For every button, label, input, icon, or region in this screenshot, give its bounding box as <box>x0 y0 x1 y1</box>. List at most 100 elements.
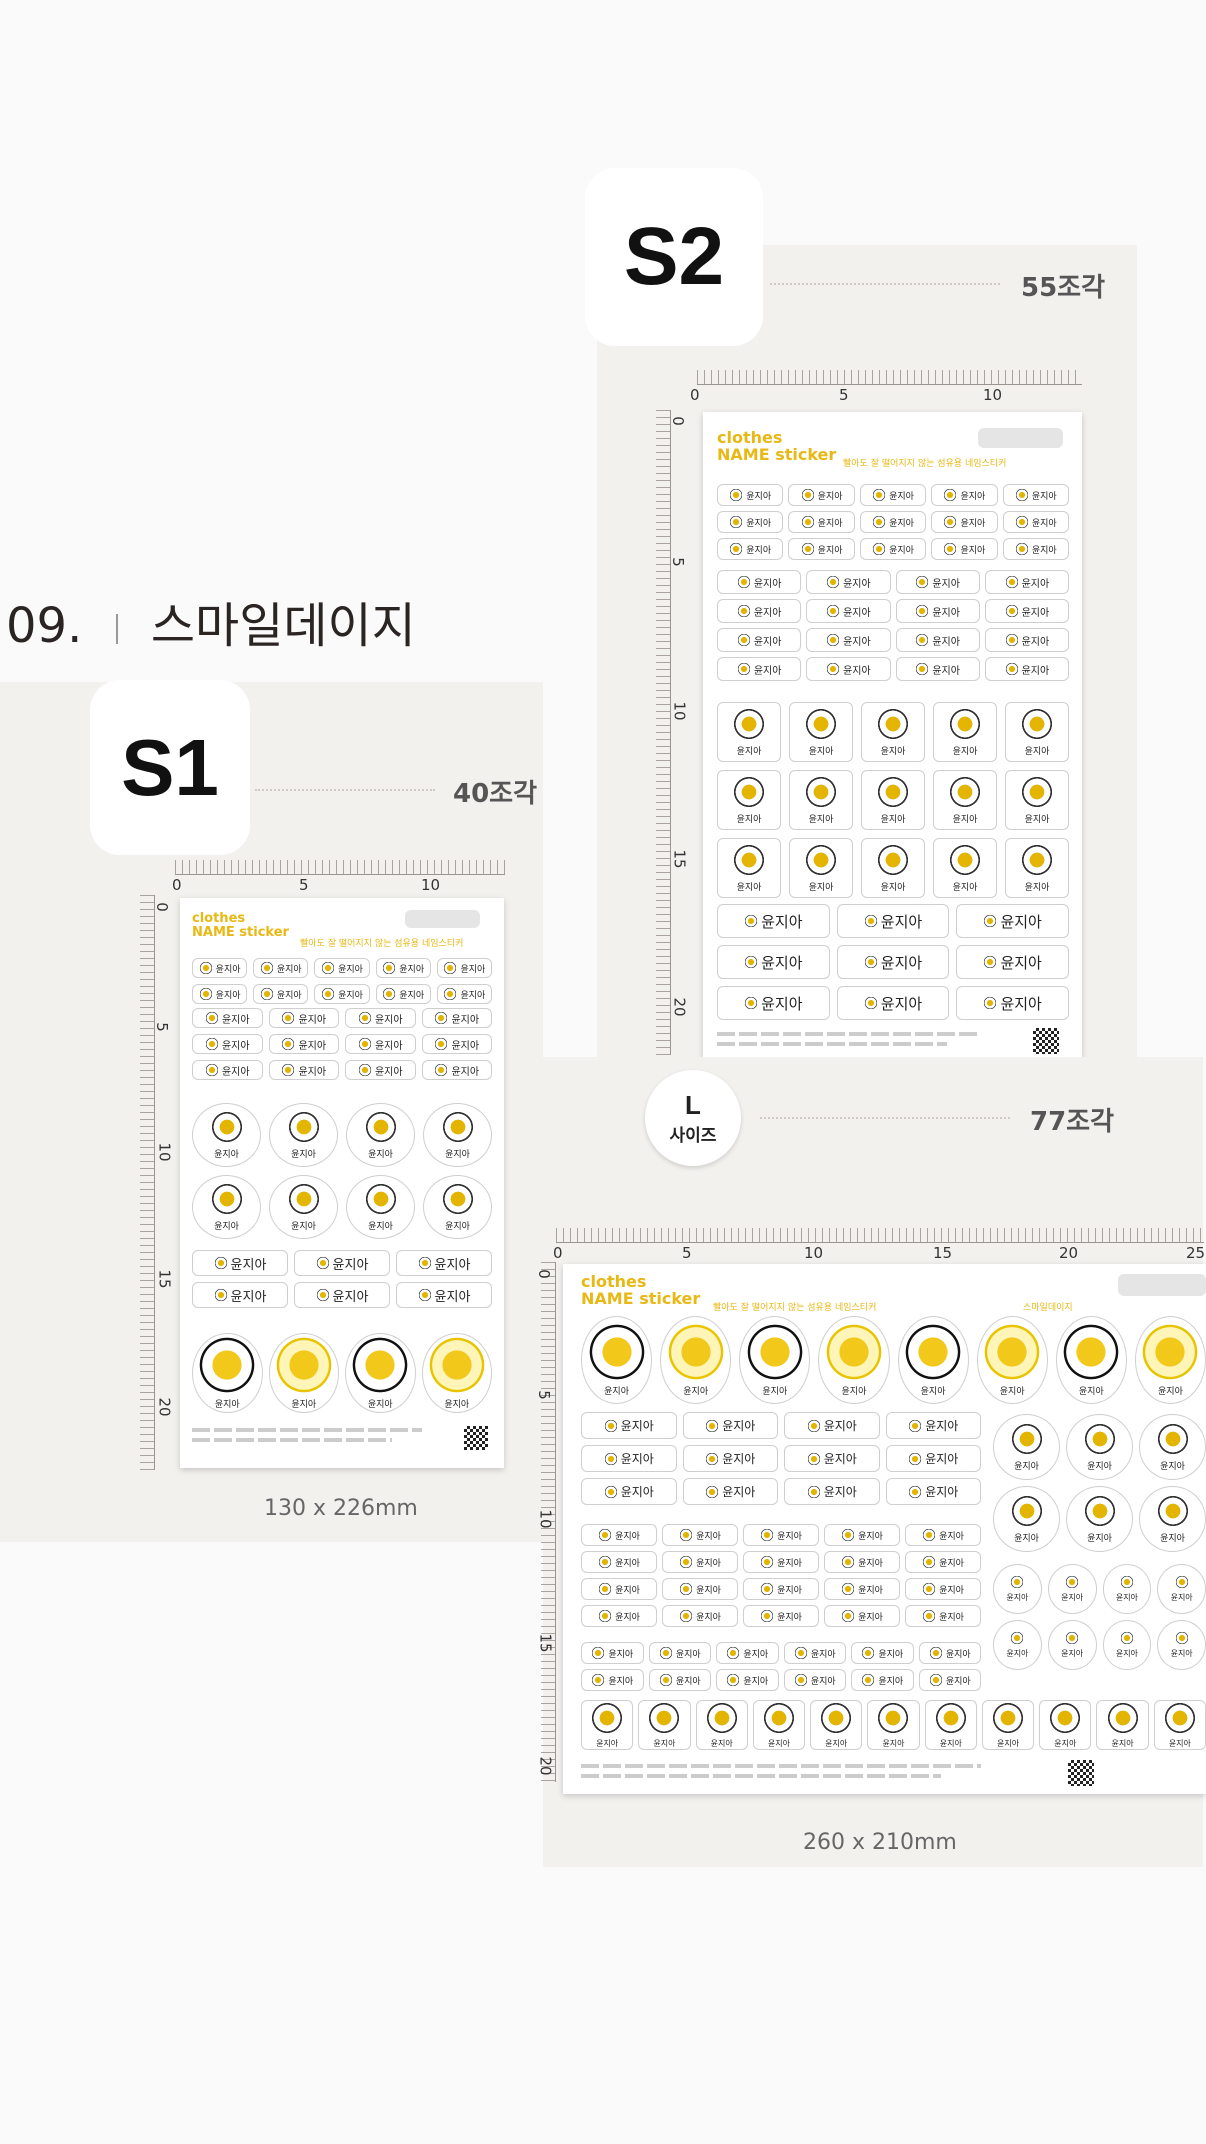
daisy-icon <box>928 1646 943 1660</box>
sticker-name: 윤지아 <box>880 747 906 757</box>
sticker-name: 윤지아 <box>1006 1593 1029 1602</box>
name-sticker: 윤지아 <box>192 984 248 1004</box>
s1-round-grid: 윤지아 윤지아 윤지아 윤지아 윤지아 윤지아 윤지아 윤지아 <box>192 1103 492 1239</box>
daisy-icon <box>863 914 878 928</box>
brand-line2: NAME sticker <box>717 444 837 464</box>
daisy-icon <box>705 1451 720 1466</box>
name-sticker: 윤지아 <box>396 1250 492 1276</box>
name-sticker: 윤지아 <box>984 599 1069 623</box>
name-sticker: 윤지아 <box>581 1445 677 1472</box>
name-sticker: 윤지아 <box>1002 538 1069 560</box>
sticker-name: 윤지아 <box>777 1585 802 1596</box>
sticker-name: 윤지아 <box>291 1150 316 1160</box>
sticker-name: 윤지아 <box>878 1676 904 1687</box>
daisy-icon <box>434 1011 449 1025</box>
sticker-name: 윤지아 <box>952 747 978 757</box>
daisy-icon <box>209 1182 244 1216</box>
s2-ruler-tick: 10 <box>670 701 689 721</box>
sticker-name: 윤지아 <box>604 1387 629 1397</box>
name-sticker: 윤지아 <box>1055 1316 1127 1404</box>
name-sticker: 윤지아 <box>956 904 1069 938</box>
daisy-icon <box>948 707 982 741</box>
sticker-name: 윤지아 <box>952 883 978 893</box>
name-sticker: 윤지아 <box>1039 1700 1092 1750</box>
daisy-icon <box>591 1673 606 1687</box>
sticker-name: 윤지아 <box>920 1387 946 1397</box>
name-sticker: 윤지아 <box>895 657 980 681</box>
name-sticker: 윤지아 <box>933 702 997 762</box>
daisy-icon <box>286 1110 321 1144</box>
fine-print <box>717 1042 947 1046</box>
daisy-icon <box>259 987 274 1001</box>
name-sticker: 윤지아 <box>682 1412 778 1439</box>
name-sticker: 윤지아 <box>345 1060 416 1080</box>
name-sticker: 윤지아 <box>253 958 309 978</box>
daisy-icon <box>826 604 841 618</box>
sticker-name: 윤지아 <box>945 1676 971 1687</box>
daisy-icon <box>806 1418 821 1433</box>
daisy-icon <box>943 542 958 556</box>
daisy-icon <box>666 1323 725 1381</box>
s1-ruler-tick: 5 <box>152 1022 171 1032</box>
sticker-name: 윤지아 <box>1115 1593 1138 1602</box>
fine-print <box>192 1428 422 1432</box>
section-number: 09. <box>6 598 83 654</box>
s1-dotted-line <box>255 789 435 791</box>
name-sticker: 윤지아 <box>436 984 492 1004</box>
sticker-name: 윤지아 <box>460 990 486 1001</box>
name-sticker: 윤지아 <box>1102 1620 1152 1670</box>
name-sticker: 윤지아 <box>885 1478 981 1505</box>
name-redacted-box <box>405 910 480 928</box>
name-sticker: 윤지아 <box>717 904 830 938</box>
name-sticker: 윤지아 <box>1002 511 1069 533</box>
name-sticker: 윤지아 <box>1047 1564 1097 1614</box>
s1-dimensions: 130 x 226mm <box>264 1496 418 1521</box>
daisy-icon <box>732 707 766 741</box>
s2-medium-grid: 윤지아 윤지아 윤지아 윤지아 윤지아 윤지아 윤지아 윤지아 윤지아 윤지아 윤지아 윤지아 윤지아 윤… <box>717 570 1069 681</box>
daisy-icon <box>382 961 397 975</box>
sticker-name: 윤지아 <box>338 990 363 1001</box>
name-sticker: 윤지아 <box>861 770 925 830</box>
daisy-icon <box>357 1011 372 1025</box>
sticker-name: 윤지아 <box>675 1649 701 1660</box>
name-sticker: 윤지아 <box>806 570 891 594</box>
sticker-name: 윤지아 <box>777 1531 802 1542</box>
daisy-icon <box>587 1323 646 1381</box>
sticker-name: 윤지아 <box>1160 1534 1185 1544</box>
daisy-icon <box>434 1037 449 1051</box>
l-ruler-tick: 20 <box>536 1756 555 1776</box>
sticker-name: 윤지아 <box>841 1387 867 1397</box>
name-sticker: 윤지아 <box>268 1008 339 1028</box>
sticker-name: 윤지아 <box>753 578 782 590</box>
name-sticker: 윤지아 <box>717 628 802 652</box>
daisy-icon <box>841 1528 856 1542</box>
sticker-name: 윤지아 <box>746 491 772 502</box>
daisy-icon <box>761 1701 796 1735</box>
daisy-icon <box>1048 1701 1083 1735</box>
daisy-icon <box>1010 1575 1025 1589</box>
sticker-name: 윤지아 <box>817 491 843 502</box>
name-sticker: 윤지아 <box>788 511 855 533</box>
daisy-icon <box>417 1256 432 1270</box>
daisy-icon <box>876 775 910 809</box>
sticker-name: 윤지아 <box>615 1558 640 1569</box>
s2-ruler-tick: 5 <box>839 386 849 404</box>
name-sticker: 윤지아 <box>931 484 998 506</box>
sticker-name: 윤지아 <box>858 1612 883 1623</box>
daisy-icon <box>793 1646 808 1660</box>
daisy-icon <box>736 633 751 647</box>
name-sticker: 윤지아 <box>345 1008 416 1028</box>
daisy-icon <box>591 1646 606 1660</box>
daisy-icon <box>876 707 910 741</box>
sticker-name: 윤지아 <box>960 518 986 529</box>
name-sticker: 윤지아 <box>789 770 853 830</box>
name-sticker: 윤지아 <box>895 599 980 623</box>
sticker-name: 윤지아 <box>332 1257 369 1273</box>
daisy-icon <box>679 1609 694 1623</box>
sheet-tagline: 빨아도 잘 떨어지지 않는 섬유용 네임스티커 <box>843 459 1007 469</box>
sticker-name: 윤지아 <box>939 1739 962 1748</box>
sticker-name: 윤지아 <box>722 1485 756 1499</box>
name-sticker: 윤지아 <box>581 1605 657 1627</box>
name-sticker: 윤지아 <box>192 1250 288 1276</box>
name-sticker: 윤지아 <box>783 1642 846 1664</box>
